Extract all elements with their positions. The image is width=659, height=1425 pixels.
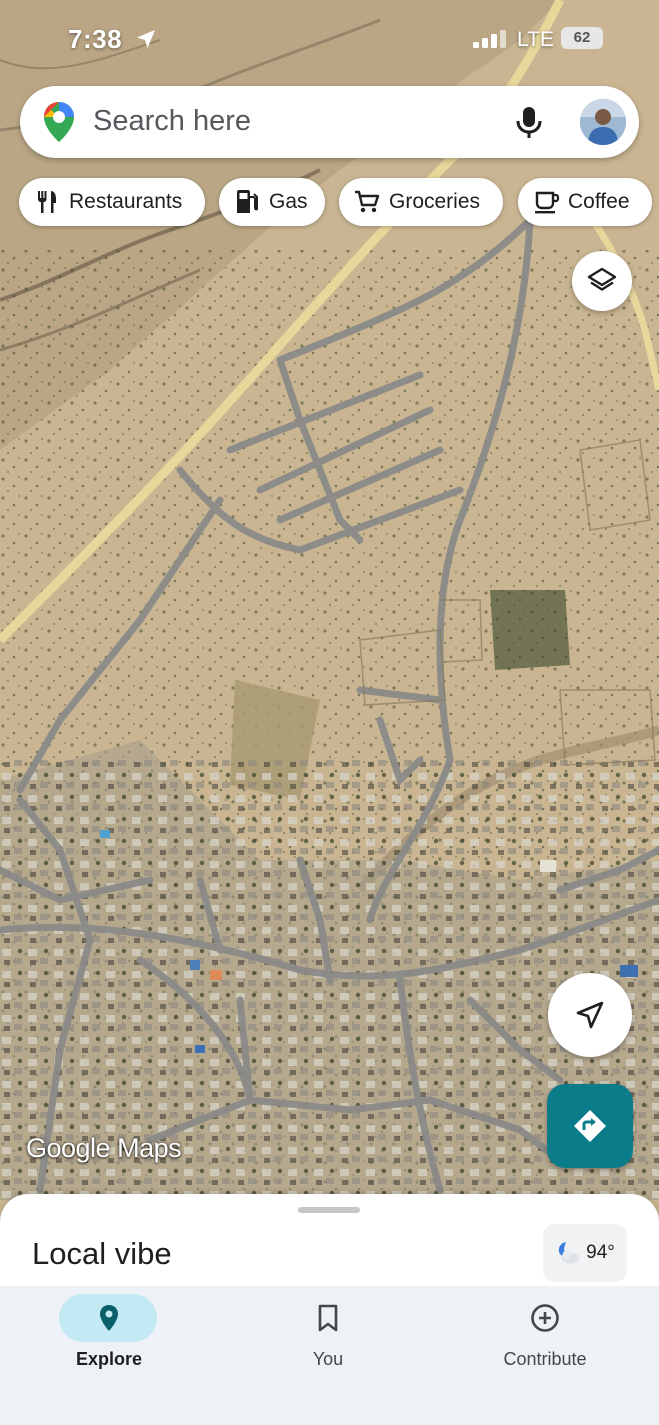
gas-pump-icon [237, 190, 258, 213]
location-services-icon [137, 30, 155, 48]
partly-cloudy-night-icon [558, 1242, 580, 1264]
watermark-brand: Google [26, 1133, 111, 1163]
chip-label: Coffee [568, 190, 630, 213]
weather-temperature: 94° [586, 1242, 615, 1263]
navigation-arrow-icon [576, 1001, 604, 1029]
directions-icon [574, 1110, 606, 1142]
sheet-title: Local vibe [32, 1236, 172, 1271]
chip-label: Restaurants [69, 190, 183, 213]
search-bar[interactable]: Search here [20, 86, 639, 158]
google-maps-watermark: Google Maps [26, 1133, 182, 1164]
nav-label-explore: Explore [75, 1349, 143, 1369]
drag-handle[interactable] [298, 1207, 360, 1213]
bookmark-icon [318, 1304, 338, 1332]
map-pin-icon [100, 1305, 118, 1331]
chip-label: Gas [269, 190, 308, 213]
layers-icon [587, 267, 617, 291]
nav-tab-you[interactable]: You [258, 1286, 398, 1396]
layers-button[interactable] [572, 251, 632, 311]
bottom-sheet[interactable]: Local vibe 94° [0, 1194, 659, 1294]
network-type: LTE [517, 28, 554, 51]
my-location-button[interactable] [548, 973, 632, 1057]
nav-label-contribute: Contribute [503, 1349, 587, 1369]
nav-label-you: You [312, 1349, 344, 1369]
nav-tab-explore[interactable]: Explore [39, 1286, 179, 1396]
bottom-navigation: Explore You Contribute [0, 1286, 659, 1425]
battery-indicator: 62 [561, 27, 603, 49]
coffee-cup-icon [535, 191, 560, 214]
plus-circle-icon [531, 1304, 559, 1332]
microphone-icon[interactable] [514, 105, 544, 139]
google-maps-pin-icon [44, 102, 74, 142]
status-time: 7:38 [68, 24, 123, 54]
chip-label: Groceries [389, 190, 481, 213]
cellular-signal-icon [473, 30, 506, 48]
watermark-product: Maps [117, 1133, 182, 1163]
fork-knife-icon [38, 191, 56, 213]
search-input[interactable]: Search here [93, 105, 251, 138]
directions-button[interactable] [547, 1084, 633, 1168]
chip-restaurants[interactable]: Restaurants [19, 178, 205, 226]
chip-gas[interactable]: Gas [219, 178, 325, 226]
avatar[interactable] [580, 99, 626, 145]
status-bar: 7:38 LTE 62 [0, 0, 659, 80]
weather-chip[interactable]: 94° [543, 1224, 627, 1282]
chip-coffee[interactable]: Coffee [518, 178, 652, 226]
shopping-cart-icon [355, 190, 380, 213]
nav-tab-contribute[interactable]: Contribute [475, 1286, 615, 1396]
chip-groceries[interactable]: Groceries [339, 178, 503, 226]
